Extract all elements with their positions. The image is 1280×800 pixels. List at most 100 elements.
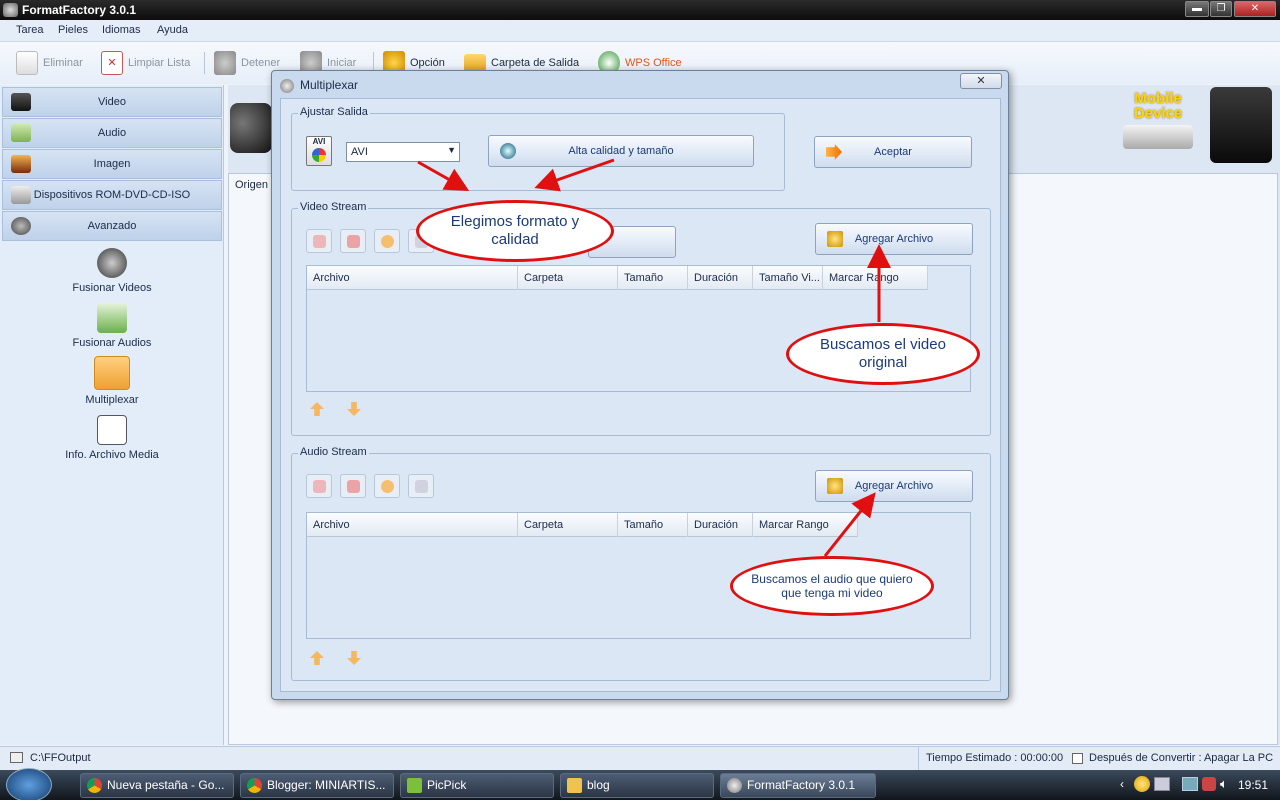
audio-info-button[interactable] (408, 474, 434, 498)
callout-video-text: Buscamos el video original (820, 336, 946, 371)
clock[interactable]: 19:51 (1238, 778, 1268, 792)
col-marcar-rango[interactable]: Marcar Rango (823, 266, 928, 290)
col-tamano[interactable]: Tamaño (618, 266, 688, 290)
sidebar-item-info-archivo[interactable]: Info. Archivo Media (0, 415, 224, 461)
dialog-close-button[interactable]: ✕ (960, 73, 1002, 89)
play-icon (381, 235, 394, 248)
menu-idiomas[interactable]: Idiomas (102, 24, 141, 36)
minimize-button[interactable]: ▬ (1185, 1, 1209, 17)
category-audio[interactable]: Audio (2, 118, 222, 148)
sidebar-item-fusionar-audios[interactable]: Fusionar Audios (0, 303, 224, 349)
audio-stream-label: Audio Stream (298, 446, 369, 458)
sidebar-item-label: Info. Archivo Media (65, 449, 159, 461)
move-up-icon[interactable] (310, 402, 324, 416)
move-down-icon[interactable] (347, 651, 361, 665)
move-down-icon[interactable] (347, 402, 361, 416)
dialog-title: Multiplexar (300, 78, 359, 92)
task-label: blog (587, 778, 610, 792)
menu-pieles[interactable]: Pieles (58, 24, 88, 36)
app-title: FormatFactory 3.0.1 (22, 3, 137, 17)
video-table-header: Archivo Carpeta Tamaño Duración Tamaño V… (307, 266, 928, 290)
video-remove-button[interactable] (306, 229, 332, 253)
sidebar-item-multiplexar[interactable]: Multiplexar (0, 356, 224, 406)
chrome-icon (87, 778, 102, 793)
col-carpeta[interactable]: Carpeta (518, 266, 618, 290)
format-factory-icon (3, 3, 18, 17)
tray-security-icon[interactable] (1202, 777, 1216, 791)
tray-network-icon[interactable] (1182, 777, 1198, 791)
volume-icon[interactable]: 🔈︎ (1220, 776, 1228, 792)
menu-bar: Tarea Pieles Idiomas Ayuda (0, 20, 1280, 42)
menu-tarea[interactable]: Tarea (16, 24, 44, 36)
taskbar: Nueva pestaña - Go... Blogger: MINIARTIS… (0, 768, 1280, 800)
category-label: Dispositivos ROM-DVD-CD-ISO (33, 189, 191, 201)
aceptar-button[interactable]: Aceptar (814, 136, 972, 168)
category-label: Avanzado (87, 220, 137, 232)
audio-clear-button[interactable] (340, 474, 366, 498)
task-chrome-blogger[interactable]: Blogger: MINIARTIS... (240, 773, 394, 798)
close-button[interactable]: ✕ (1234, 1, 1276, 17)
task-label: Nueva pestaña - Go... (107, 778, 225, 792)
task-blog-folder[interactable]: blog (560, 773, 714, 798)
detener-label: Detener (241, 57, 281, 69)
restore-button[interactable]: ❐ (1210, 1, 1232, 17)
add-file-icon (827, 231, 843, 247)
disc-drive-icon (11, 186, 31, 204)
video-stream-label: Video Stream (298, 201, 369, 213)
sidebar-item-label: Multiplexar (85, 394, 139, 406)
app-title-bar: FormatFactory 3.0.1 ▬ ❐ ✕ (0, 0, 1280, 20)
col-archivo[interactable]: Archivo (307, 266, 518, 290)
callout-format: Elegimos formato y calidad (416, 200, 614, 262)
audio-agregar-archivo-button[interactable]: Agregar Archivo (815, 470, 973, 502)
start-button[interactable] (6, 768, 52, 800)
output-path[interactable]: C:\FFOutput (30, 752, 91, 764)
film-reel-icon (11, 217, 31, 235)
menu-ayuda[interactable]: Ayuda (157, 24, 188, 36)
col-archivo[interactable]: Archivo (307, 513, 518, 537)
audio-play-button[interactable] (374, 474, 400, 498)
move-up-icon[interactable] (310, 651, 324, 665)
callout-audio: Buscamos el audio que quiero que tenga m… (730, 556, 934, 616)
tray-monitor-icon[interactable] (1154, 777, 1170, 791)
category-dispositivos[interactable]: Dispositivos ROM-DVD-CD-ISO (2, 180, 222, 210)
col-duracion[interactable]: Duración (688, 266, 753, 290)
sidebar-item-fusionar-videos[interactable]: Fusionar Videos (0, 248, 224, 294)
tray-app-icon[interactable] (1134, 776, 1150, 792)
task-picpick[interactable]: PicPick (400, 773, 554, 798)
category-video[interactable]: Video (2, 87, 222, 117)
category-avanzado[interactable]: Avanzado (2, 211, 222, 241)
callout-audio-text: Buscamos el audio que quiero que tenga m… (751, 571, 913, 600)
quality-size-button[interactable]: Alta calidad y tamaño (488, 135, 754, 167)
col-carpeta[interactable]: Carpeta (518, 513, 618, 537)
task-formatfactory[interactable]: FormatFactory 3.0.1 (720, 773, 876, 798)
col-tamano-video[interactable]: Tamaño Vi... (753, 266, 823, 290)
col-duracion[interactable]: Duración (688, 513, 753, 537)
settings-gear-icon (500, 143, 516, 159)
video-play-button[interactable] (374, 229, 400, 253)
video-clear-button[interactable] (340, 229, 366, 253)
category-imagen[interactable]: Imagen (2, 149, 222, 179)
eliminar-button[interactable]: Eliminar (16, 48, 83, 78)
clear-icon (347, 235, 360, 248)
format-select[interactable]: AVI ▼ (346, 142, 460, 162)
tray-expand-icon[interactable]: ‹ (1120, 777, 1124, 791)
carpeta-label: Carpeta de Salida (491, 57, 580, 69)
limpiar-lista-button[interactable]: ✕ Limpiar Lista (101, 48, 190, 78)
task-chrome-nueva-pestana[interactable]: Nueva pestaña - Go... (80, 773, 234, 798)
category-label: Video (98, 96, 126, 108)
origen-column-header: Origen (235, 179, 269, 191)
col-marcar-rango[interactable]: Marcar Rango (753, 513, 858, 537)
shutdown-checkbox[interactable] (1072, 753, 1083, 764)
smartphone-icon (1210, 87, 1272, 163)
col-tamano[interactable]: Tamaño (618, 513, 688, 537)
video-agregar-archivo-button[interactable]: Agregar Archivo (815, 223, 973, 255)
add-file-icon (827, 478, 843, 494)
avi-icon-text: AVI (312, 137, 326, 146)
aceptar-label: Aceptar (874, 146, 912, 158)
limpiar-label: Limpiar Lista (128, 57, 191, 69)
audio-file-icon (97, 303, 127, 333)
audio-remove-button[interactable] (306, 474, 332, 498)
tiempo-estimado: Tiempo Estimado : 00:00:00 (926, 752, 1064, 764)
wps-label: WPS Office (625, 57, 682, 69)
clear-icon (347, 480, 360, 493)
